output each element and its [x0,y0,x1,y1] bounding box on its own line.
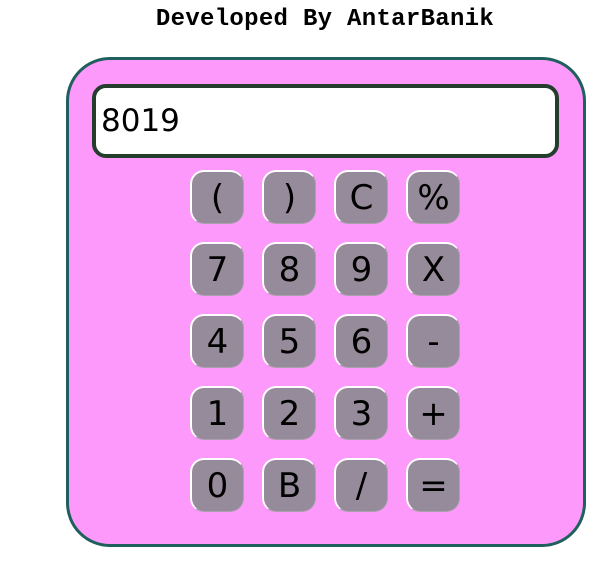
digit-0-button[interactable]: 0 [190,458,244,512]
display-value: 8019 [101,103,180,139]
page-title: Developed By AntarBanik [155,6,495,33]
digit-7-button[interactable]: 7 [190,242,244,296]
digit-9-button[interactable]: 9 [334,242,388,296]
keypad: ( ) C % 7 8 9 X 4 5 6 - 1 2 3 + 0 B / = [190,170,460,512]
close-paren-button[interactable]: ) [262,170,316,224]
clear-button[interactable]: C [334,170,388,224]
digit-8-button[interactable]: 8 [262,242,316,296]
digit-6-button[interactable]: 6 [334,314,388,368]
digit-3-button[interactable]: 3 [334,386,388,440]
digit-1-button[interactable]: 1 [190,386,244,440]
digit-2-button[interactable]: 2 [262,386,316,440]
open-paren-button[interactable]: ( [190,170,244,224]
calculator-display: 8019 [92,84,559,158]
digit-5-button[interactable]: 5 [262,314,316,368]
equals-button[interactable]: = [406,458,460,512]
multiply-button[interactable]: X [406,242,460,296]
backspace-button[interactable]: B [262,458,316,512]
subtract-button[interactable]: - [406,314,460,368]
divide-button[interactable]: / [334,458,388,512]
digit-4-button[interactable]: 4 [190,314,244,368]
percent-button[interactable]: % [406,170,460,224]
add-button[interactable]: + [406,386,460,440]
